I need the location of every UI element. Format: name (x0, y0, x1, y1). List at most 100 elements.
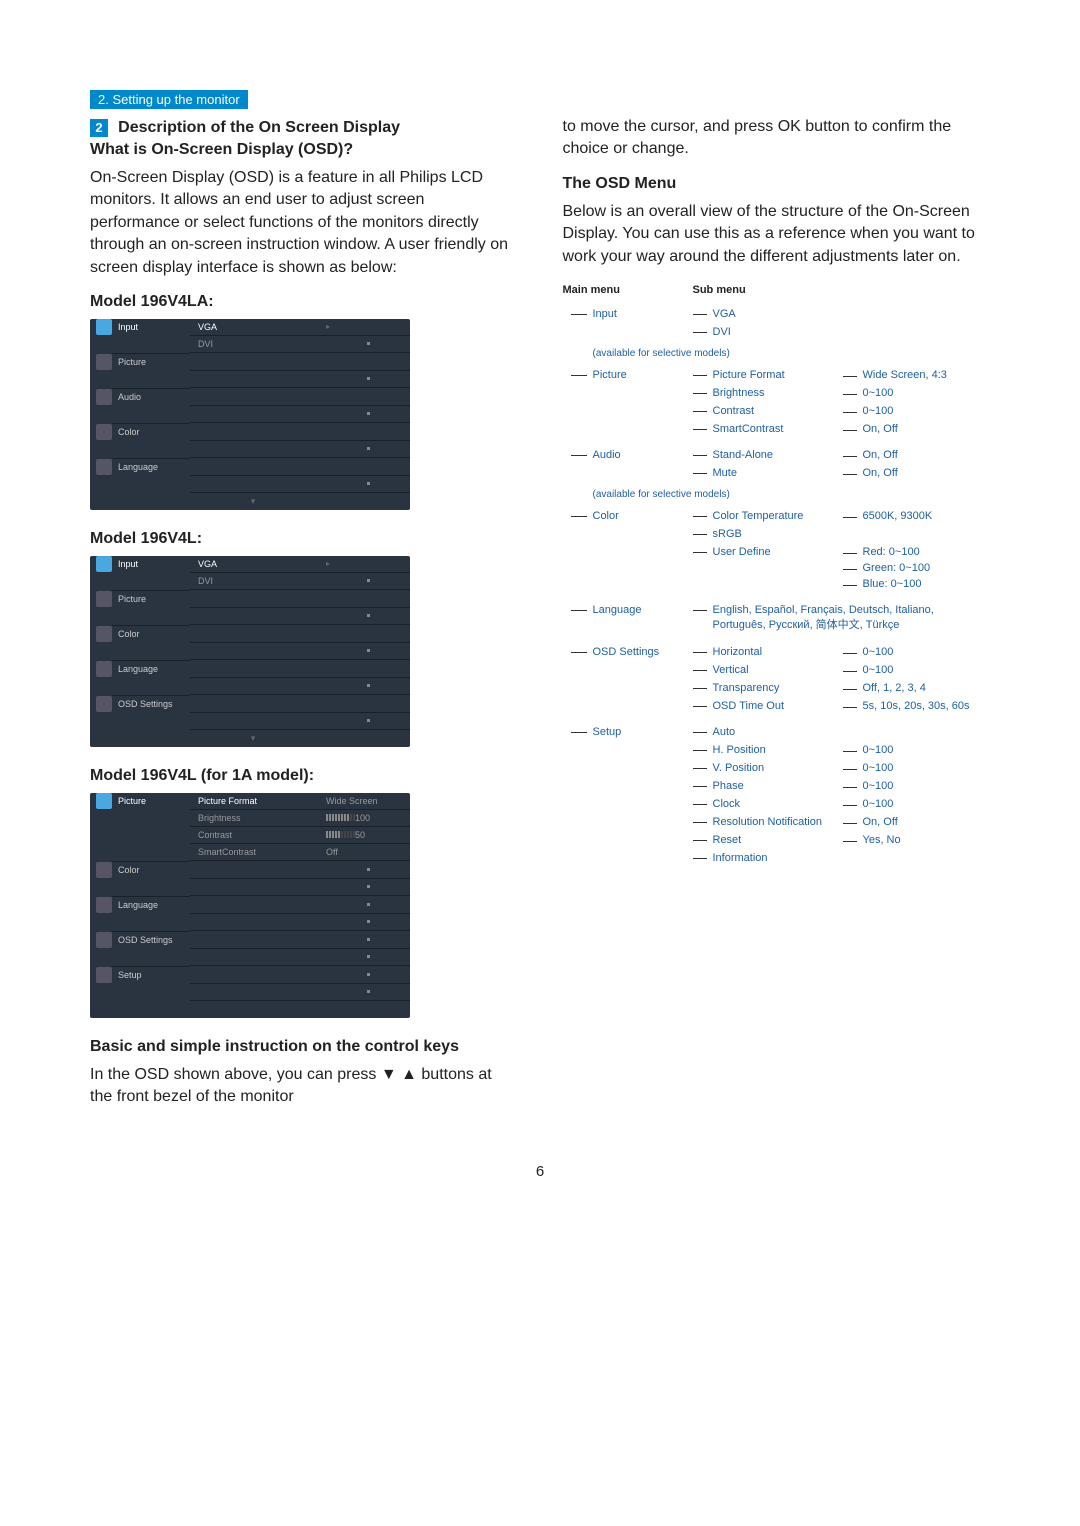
heading-model-196v4la: Model 196V4LA: (90, 293, 518, 311)
osd-menu-label: Input (118, 559, 138, 569)
osd-menu-icon (96, 459, 112, 475)
tree-main-label: Audio (563, 449, 693, 485)
osd-menu-label: Language (118, 664, 158, 674)
tree-sub-name: Clock (713, 798, 843, 810)
tree-sub-item: Auto (693, 726, 991, 738)
osd-menu-icon (96, 389, 112, 405)
osd-screenshot-1: Input VGA ▸ DVI Picture Audio Color (90, 319, 410, 510)
tree-sub-name: Stand-Alone (713, 449, 843, 461)
osd-sub-label (190, 643, 320, 660)
osd-sub-label: DVI (190, 336, 320, 353)
tree-value: Wide Screen, 4:3 (843, 369, 947, 381)
tree-sub-item: Contrast0~100 (693, 405, 991, 417)
tree-sub-item: MuteOn, Off (693, 467, 991, 479)
page-number: 6 (0, 1163, 1080, 1240)
heading-model-196v4l: Model 196V4L: (90, 530, 518, 548)
tree-sub-item: OSD Time Out5s, 10s, 20s, 30s, 60s (693, 700, 991, 712)
tree-main-label: Color (563, 510, 693, 596)
osd-screenshot-3: Picture Picture Format Wide Screen Brigh… (90, 793, 410, 1018)
tree-sub-item: ResetYes, No (693, 834, 991, 846)
tree-value: Off, 1, 2, 3, 4 (843, 682, 926, 694)
tree-sub-name: Information (713, 852, 843, 864)
osd-menu-icon (96, 626, 112, 642)
tree-sub-name: OSD Time Out (713, 700, 843, 712)
osd-menu-label: Color (118, 427, 140, 437)
tree-sub-name: Transparency (713, 682, 843, 694)
osd-menu-label: Language (118, 462, 158, 472)
tree-header-main: Main menu (563, 284, 693, 296)
osd-menu-label: Setup (118, 970, 142, 980)
osd-menu-label: OSD Settings (118, 699, 173, 709)
osd-sub-label (190, 713, 320, 730)
tree-sub-item: H. Position0~100 (693, 744, 991, 756)
tree-sub-item: DVI (693, 326, 991, 338)
tree-header-sub: Sub menu (693, 284, 746, 296)
breadcrumb: 2. Setting up the monitor (90, 90, 248, 109)
tree-main-label: Picture (563, 369, 693, 441)
tree-value: Red: 0~100 (843, 546, 931, 558)
heading-basic-instruction: Basic and simple instruction on the cont… (90, 1038, 518, 1056)
osd-menu-label: Input (118, 322, 138, 332)
tree-sub-item: Information (693, 852, 991, 864)
tree-main-label: Setup (563, 726, 693, 870)
tree-sub-item: Brightness0~100 (693, 387, 991, 399)
osd-menu-icon (96, 696, 112, 712)
tree-value: 0~100 (843, 387, 894, 399)
tree-sub-item: TransparencyOff, 1, 2, 3, 4 (693, 682, 991, 694)
tree-sub-name: Mute (713, 467, 843, 479)
osd-menu-label: Audio (118, 392, 141, 402)
osd-sub-label (190, 354, 320, 371)
osd-menu-label: Picture (118, 594, 146, 604)
tree-sub-name: Contrast (713, 405, 843, 417)
osd-sub-label: Picture Format (190, 793, 320, 810)
osd-sub-label (190, 389, 320, 406)
osd-sub-label (190, 476, 320, 493)
osd-sub-label: DVI (190, 573, 320, 590)
osd-menu-tree: Input VGA DVI(available for selective mo… (563, 308, 991, 870)
osd-menu-label: Color (118, 865, 140, 875)
tree-sub-name: Vertical (713, 664, 843, 676)
heading-what-is-osd: What is On-Screen Display (OSD)? (90, 141, 518, 159)
tree-value: 0~100 (843, 744, 894, 756)
tree-value: On, Off (843, 423, 898, 435)
tree-note: (available for selective models) (563, 348, 991, 359)
tree-sub-item: Resolution NotificationOn, Off (693, 816, 991, 828)
osd-value: Wide Screen (320, 793, 410, 810)
tree-sub-name: DVI (713, 326, 843, 338)
osd-sub-label: VGA (190, 556, 320, 573)
tree-sub-name: Reset (713, 834, 843, 846)
chevron-down-icon: ▾ (251, 733, 256, 744)
tree-value: Yes, No (843, 834, 901, 846)
osd-menu-icon (96, 591, 112, 607)
tree-sub-item: Horizontal0~100 (693, 646, 991, 658)
osd-sub-label (190, 424, 320, 441)
osd-sub-label (190, 371, 320, 388)
tree-note: (available for selective models) (563, 489, 991, 500)
tree-sub-item: Stand-AloneOn, Off (693, 449, 991, 461)
tree-sub-name: Auto (713, 726, 843, 738)
chevron-right-icon: ▸ (326, 559, 330, 568)
osd-value: Off (320, 844, 410, 861)
tree-sub-item: Picture FormatWide Screen, 4:3 (693, 369, 991, 381)
tree-sub-name: V. Position (713, 762, 843, 774)
tree-value: 0~100 (843, 664, 894, 676)
paragraph-basic-instruction: In the OSD shown above, you can press ▼ … (90, 1064, 518, 1109)
osd-menu-label: OSD Settings (118, 935, 173, 945)
tree-value: 0~100 (843, 798, 894, 810)
osd-menu-icon (96, 661, 112, 677)
tree-sub-name: Resolution Notification (713, 816, 843, 828)
osd-sub-label (190, 678, 320, 695)
tree-section-audio: Audio Stand-AloneOn, Off MuteOn, Off (563, 449, 991, 485)
osd-sub-label (190, 661, 320, 678)
osd-menu-label: Color (118, 629, 140, 639)
chevron-down-icon: ▾ (251, 496, 256, 507)
tree-sub-item: English, Español, Français, Deutsch, Ita… (693, 604, 991, 632)
heading-model-196v4l-1a: Model 196V4L (for 1A model): (90, 767, 518, 785)
tree-main-label: OSD Settings (563, 646, 693, 718)
tree-value: 0~100 (843, 646, 894, 658)
osd-sub-label (190, 626, 320, 643)
section-number: 2 (90, 119, 108, 137)
osd-menu-icon (96, 862, 112, 878)
heading-osd-menu: The OSD Menu (563, 175, 991, 193)
osd-sub-label: Contrast (190, 827, 320, 844)
